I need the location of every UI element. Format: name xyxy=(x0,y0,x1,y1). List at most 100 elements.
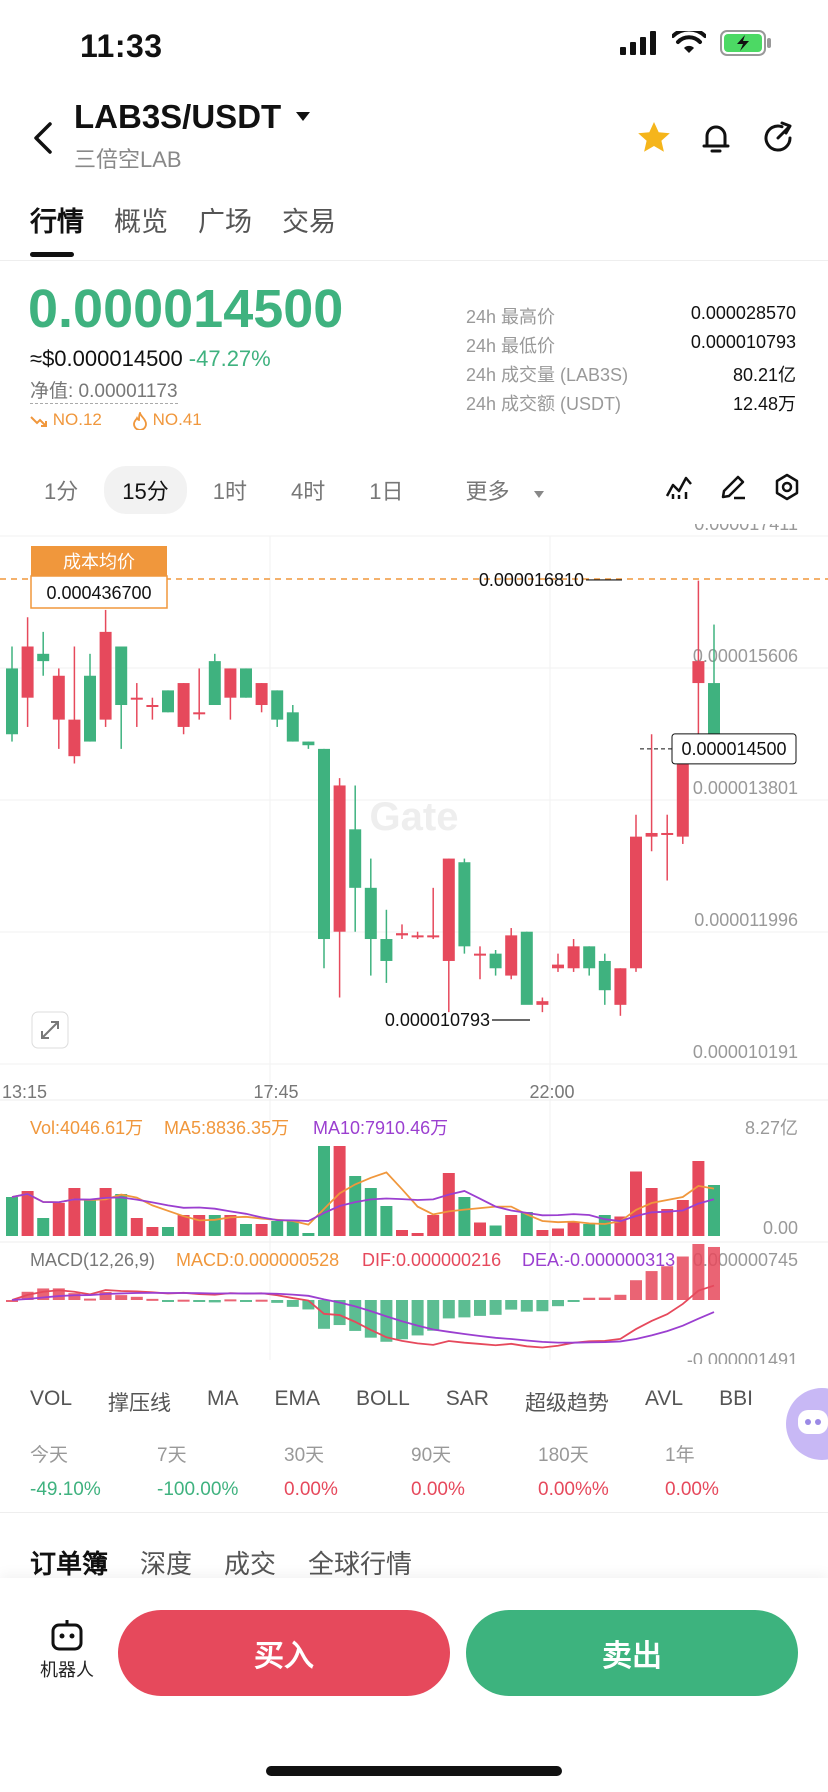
tab-square[interactable]: 广场 xyxy=(198,200,252,239)
tab-market[interactable]: 行情 xyxy=(30,200,84,239)
candle-body xyxy=(37,653,50,662)
dea-line xyxy=(11,1291,715,1344)
macd-bar xyxy=(598,1297,611,1300)
performance-value: -49.10% xyxy=(30,1479,101,1500)
interval-selector: 1分 15分 1时 4时 1日 更多 xyxy=(26,466,562,514)
draw-pencil-icon[interactable] xyxy=(718,472,748,502)
interval-more[interactable]: 更多 xyxy=(429,466,561,514)
volume-bar xyxy=(21,1191,34,1236)
flame-icon xyxy=(132,409,147,431)
pair-name: LAB3S/USDT xyxy=(74,98,282,135)
tab-trade[interactable]: 交易 xyxy=(282,200,336,239)
rank-hot[interactable]: NO.41 xyxy=(132,409,202,431)
assistant-fab[interactable] xyxy=(786,1388,828,1460)
macd-bar xyxy=(224,1299,237,1302)
volume-bar xyxy=(99,1188,112,1236)
sell-button[interactable]: 卖出 xyxy=(466,1610,798,1696)
performance-value: 0.00%% xyxy=(538,1479,609,1500)
performance-label: 30天 xyxy=(284,1445,325,1466)
dea-value: DEA:-0.000000313 xyxy=(522,1250,675,1270)
volume-bar xyxy=(318,1146,330,1236)
interval-4h[interactable]: 4时 xyxy=(273,466,343,514)
ind-vol[interactable]: VOL xyxy=(30,1387,72,1417)
y-tick-label: 0.000013801 xyxy=(693,778,798,798)
kline-chart[interactable]: Gate 0.0000174110.0000156060.0000138010.… xyxy=(0,524,828,1364)
back-icon[interactable] xyxy=(28,118,60,158)
candle-body xyxy=(208,661,221,706)
macd-bar xyxy=(474,1300,486,1316)
volume-bar xyxy=(364,1188,377,1236)
interval-15m[interactable]: 15分 xyxy=(104,466,187,514)
candle-body xyxy=(240,668,252,698)
ind-ema[interactable]: EMA xyxy=(275,1387,321,1417)
candle-body xyxy=(146,705,159,708)
share-icon[interactable] xyxy=(758,118,798,158)
performance-cell: 180天 0.00%% xyxy=(538,1440,609,1501)
candle-body xyxy=(536,1001,549,1005)
volume-bar xyxy=(37,1218,50,1236)
ind-avl[interactable]: AVL xyxy=(645,1387,683,1417)
interval-1m[interactable]: 1分 xyxy=(26,466,96,514)
macd-bar xyxy=(520,1300,533,1312)
ind-sar[interactable]: SAR xyxy=(446,1387,489,1417)
pair-selector[interactable]: LAB3S/USDT xyxy=(74,98,311,136)
star-icon[interactable] xyxy=(634,118,674,158)
ind-ma[interactable]: MA xyxy=(207,1387,239,1417)
tab-depth[interactable]: 深度 xyxy=(140,1544,192,1581)
candle-body xyxy=(333,785,346,932)
performance-value: 0.00% xyxy=(411,1479,465,1500)
tab-global[interactable]: 全球行情 xyxy=(308,1544,412,1581)
net-value[interactable]: 净值: 0.00001173 xyxy=(30,376,178,404)
candle-body xyxy=(68,719,81,757)
settings-icon[interactable] xyxy=(772,472,802,502)
candle-body xyxy=(552,964,564,969)
macd-bar xyxy=(208,1300,221,1303)
macd-bar xyxy=(442,1300,455,1319)
volume-bar xyxy=(458,1197,471,1236)
macd-bar xyxy=(286,1300,299,1307)
candles xyxy=(6,580,720,1016)
x-tick-label: 13:15 xyxy=(2,1082,47,1102)
macd-bar xyxy=(630,1280,642,1300)
bell-icon[interactable] xyxy=(696,118,736,158)
volume-bar xyxy=(302,1233,315,1236)
macd-bar xyxy=(427,1300,440,1331)
robot-button[interactable]: 机器人 xyxy=(34,1618,100,1682)
performance-cell: 今天 -49.10% xyxy=(30,1440,101,1501)
candle-body xyxy=(645,832,658,837)
buy-button[interactable]: 买入 xyxy=(118,1610,450,1696)
tab-trades[interactable]: 成交 xyxy=(224,1544,276,1581)
robot-icon xyxy=(51,1620,83,1651)
orderbook-tabs: 订单簿 深度 成交 全球行情 xyxy=(30,1544,412,1581)
macd-params: MACD(12,26,9) xyxy=(30,1250,155,1270)
rank-trend[interactable]: NO.12 xyxy=(30,410,102,430)
indicator-icon[interactable] xyxy=(664,472,694,502)
status-time: 11:33 xyxy=(80,28,163,64)
ind-bbi[interactable]: BBI xyxy=(719,1387,753,1417)
volume-bar xyxy=(676,1200,689,1236)
candle-body xyxy=(458,862,471,947)
caret-down-icon xyxy=(533,491,544,498)
volume-bar xyxy=(708,1185,720,1236)
macd-bar xyxy=(162,1300,174,1302)
tab-orderbook[interactable]: 订单簿 xyxy=(30,1544,108,1581)
ind-boll[interactable]: BOLL xyxy=(356,1387,410,1417)
volume-bar xyxy=(84,1200,96,1236)
tab-overview[interactable]: 概览 xyxy=(114,200,168,239)
candle-body xyxy=(21,646,34,698)
macd-bar xyxy=(68,1293,81,1300)
candle-body xyxy=(614,968,627,1005)
macd-axis-bottom: -0.000001491 xyxy=(687,1350,798,1364)
usd-price: ≈$0.000014500 xyxy=(30,346,183,371)
stat-label: 24h 最低价 xyxy=(466,336,556,356)
macd-bar xyxy=(146,1298,159,1301)
candle-body xyxy=(193,712,206,715)
high-marker: 0.000016810 xyxy=(479,570,584,590)
interval-1h[interactable]: 1时 xyxy=(195,466,265,514)
ind-supertrend[interactable]: 超级趋势 xyxy=(525,1387,609,1417)
robot-label: 机器人 xyxy=(40,1660,94,1680)
candle-body xyxy=(598,960,611,991)
interval-1d[interactable]: 1日 xyxy=(351,466,421,514)
volume-bar xyxy=(442,1173,455,1236)
ind-support[interactable]: 撑压线 xyxy=(108,1387,171,1417)
